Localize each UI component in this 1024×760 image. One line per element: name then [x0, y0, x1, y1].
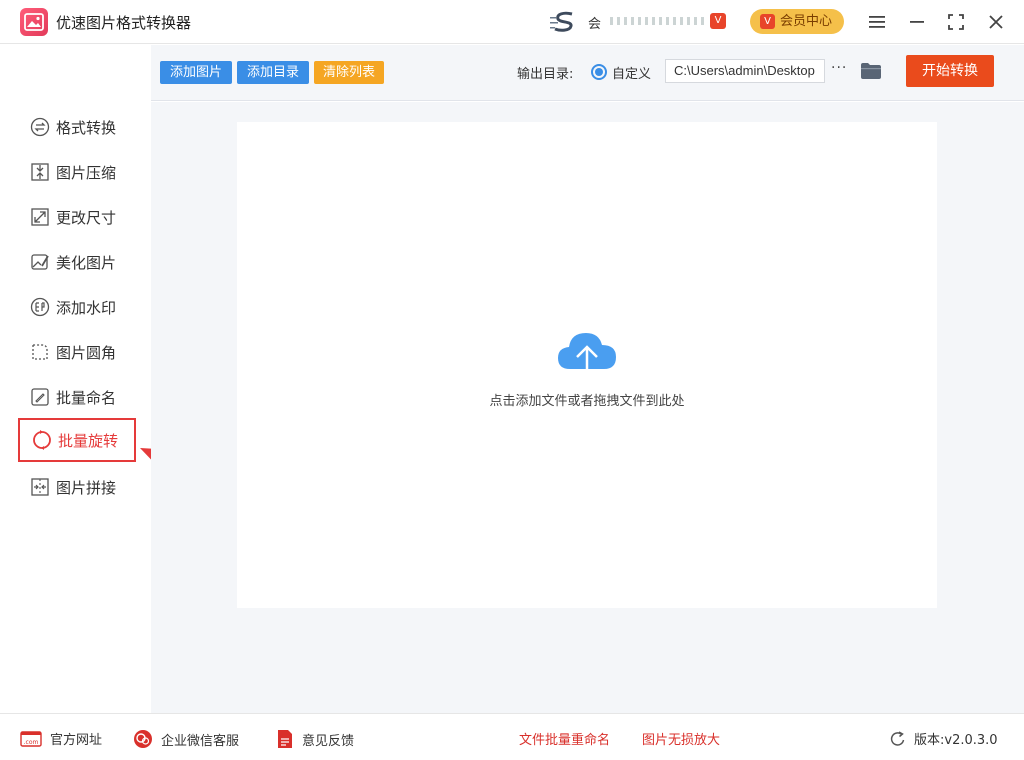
vip-center-button[interactable]: V 会员中心 — [750, 9, 844, 34]
stitch-icon — [30, 477, 50, 497]
batch-rename-link[interactable]: 文件批量重命名 — [519, 729, 610, 748]
clear-list-button[interactable]: 清除列表 — [314, 61, 384, 84]
maximize-icon[interactable] — [944, 10, 968, 34]
sidebar-item-label: 图片圆角 — [56, 343, 117, 362]
minimize-icon[interactable] — [905, 10, 929, 34]
user-vip-badge: V — [710, 13, 726, 29]
svg-text:.com: .com — [24, 739, 39, 746]
wechat-support-link[interactable]: 企业微信客服 — [133, 729, 239, 749]
sidebar-item-label: 批量旋转 — [58, 431, 119, 450]
lossless-enlarge-link[interactable]: 图片无损放大 — [642, 729, 720, 748]
user-logo-icon — [550, 11, 580, 33]
toolbar: 添加图片 添加目录 清除列表 输出目录: 自定义 C:\Users\admin\… — [151, 45, 1024, 101]
more-options-button[interactable]: ··· — [831, 60, 847, 76]
sidebar-item-label: 图片压缩 — [56, 163, 117, 182]
main-area: 点击添加文件或者拖拽文件到此处 — [151, 102, 1024, 713]
custom-output-radio-label[interactable]: 自定义 — [612, 63, 651, 82]
sidebar-item-stitch[interactable]: 图片拼接 — [18, 465, 136, 509]
close-icon[interactable] — [984, 10, 1008, 34]
sidebar-item-resize[interactable]: 更改尺寸 — [18, 195, 136, 239]
feedback-label: 意见反馈 — [302, 733, 355, 749]
custom-output-radio[interactable] — [591, 64, 607, 80]
sidebar-item-rotate[interactable]: 批量旋转 — [18, 418, 136, 462]
wechat-icon — [133, 729, 153, 749]
cloud-upload-icon — [558, 333, 616, 379]
sidebar-item-label: 更改尺寸 — [56, 208, 117, 227]
website-icon: .com — [20, 730, 42, 747]
sidebar-item-label: 批量命名 — [56, 388, 117, 407]
sidebar-item-rename[interactable]: 批量命名 — [18, 375, 136, 419]
start-convert-button[interactable]: 开始转换 — [906, 55, 994, 87]
user-id-redacted — [610, 17, 704, 25]
version-info[interactable]: 版本:v2.0.3.0 — [890, 729, 998, 748]
feedback-icon — [276, 729, 294, 749]
sidebar-item-label: 图片拼接 — [56, 478, 117, 497]
watermark-icon — [30, 297, 50, 317]
add-folder-button[interactable]: 添加目录 — [237, 61, 309, 84]
app-logo-icon — [20, 8, 48, 36]
wechat-support-label: 企业微信客服 — [161, 733, 240, 749]
official-website-link[interactable]: .com 官方网址 — [20, 729, 102, 748]
drop-zone-hint: 点击添加文件或者拖拽文件到此处 — [489, 394, 685, 409]
round-corner-icon — [30, 342, 50, 362]
rename-icon — [30, 387, 50, 407]
vip-icon: V — [760, 14, 775, 29]
beautify-icon — [30, 252, 50, 272]
resize-icon — [30, 207, 50, 227]
sidebar-item-round-corner[interactable]: 图片圆角 — [18, 330, 136, 374]
sidebar-item-beautify[interactable]: 美化图片 — [18, 240, 136, 284]
sidebar-item-label: 美化图片 — [56, 253, 117, 272]
official-website-label: 官方网址 — [50, 733, 103, 748]
app-title: 优速图片格式转换器 — [56, 14, 192, 32]
vip-center-label: 会员中心 — [780, 14, 833, 29]
rotate-icon — [32, 430, 52, 450]
user-label: 会 — [588, 17, 602, 32]
version-label: 版本:v2.0.3.0 — [914, 733, 998, 748]
sidebar-item-label: 添加水印 — [56, 298, 117, 317]
footer: .com 官方网址 企业微信客服 意见反馈 文件批量重命名 图片无损放大 版本:… — [0, 713, 1024, 760]
format-convert-icon — [30, 117, 50, 137]
sidebar-item-watermark[interactable]: 添加水印 — [18, 285, 136, 329]
sidebar-item-label: 格式转换 — [56, 118, 117, 137]
sidebar: 格式转换 图片压缩 更改尺寸 美化图片 添加水印 图片圆角 批量命名 批量旋转 … — [0, 45, 151, 713]
open-folder-icon[interactable] — [860, 62, 882, 84]
menu-icon[interactable] — [865, 10, 889, 34]
sidebar-item-format-convert[interactable]: 格式转换 — [18, 105, 136, 149]
file-drop-zone[interactable]: 点击添加文件或者拖拽文件到此处 — [237, 122, 937, 608]
output-path-field[interactable]: C:\Users\admin\Desktop — [665, 59, 825, 83]
refresh-icon — [890, 730, 906, 747]
compress-icon — [30, 162, 50, 182]
sidebar-item-compress[interactable]: 图片压缩 — [18, 150, 136, 194]
title-bar: 优速图片格式转换器 会 V V 会员中心 — [0, 0, 1024, 44]
add-image-button[interactable]: 添加图片 — [160, 61, 232, 84]
feedback-link[interactable]: 意见反馈 — [276, 729, 354, 749]
output-dir-label: 输出目录: — [517, 67, 574, 82]
